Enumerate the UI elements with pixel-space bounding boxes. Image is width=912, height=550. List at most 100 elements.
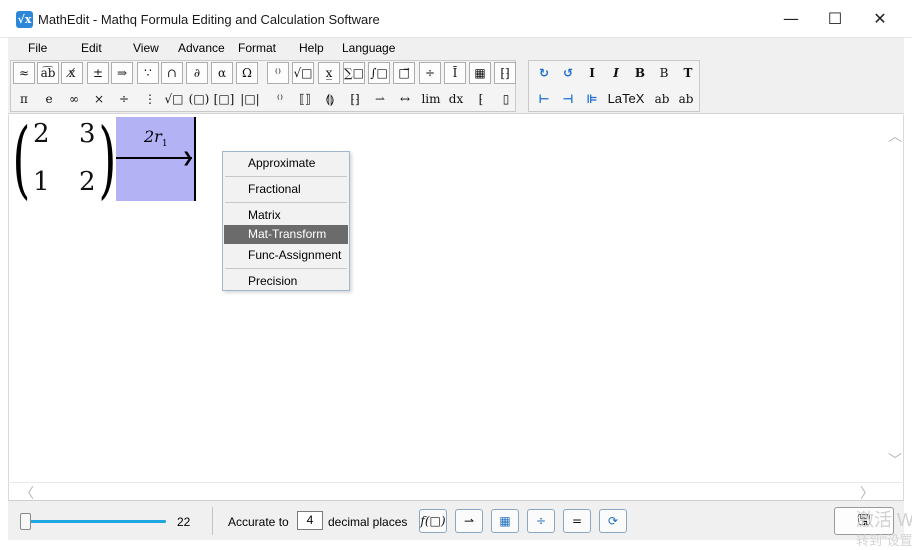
approx-symbols-button[interactable]: ≈ (13, 62, 35, 84)
fence-template-button[interactable]: ⁽⁾ (267, 62, 289, 84)
decimal-places-label: decimal places (328, 515, 408, 529)
arrow-symbols-button[interactable]: ⇒ (111, 62, 133, 84)
menu-edit[interactable]: Edit (81, 41, 102, 55)
radical-template-button[interactable]: √□ (292, 62, 314, 84)
bold-style-button[interactable]: B (629, 62, 651, 84)
menu-item-matrix[interactable]: Matrix (224, 206, 348, 225)
zoom-value: 22 (177, 515, 191, 529)
matrix-cell-1-2[interactable]: 3 (79, 119, 96, 149)
normal-b-style-button[interactable]: B (653, 62, 675, 84)
minimize-button[interactable]: — (768, 0, 814, 38)
set-symbols-button[interactable]: ∩ (161, 62, 183, 84)
menu-file[interactable]: File (28, 41, 47, 55)
matrix-cell-1-1[interactable]: 2 (33, 119, 50, 149)
pi-symbol-button[interactable]: π (13, 88, 35, 110)
undo-icon[interactable]: ↺ (557, 62, 579, 84)
row-transform-arrow[interactable]: 2r1 ❯ (116, 117, 196, 201)
times-symbol-button[interactable]: × (88, 88, 110, 110)
matrix-grid-button[interactable]: ▦ (491, 509, 519, 533)
activation-watermark-sub: 转到"设置" (856, 533, 912, 548)
left-bracket-button[interactable]: ⁅ (470, 88, 492, 110)
scroll-up-icon[interactable]: ︿ (888, 126, 902, 146)
menu-view[interactable]: View (133, 41, 159, 55)
spacing-ab-button[interactable]: ab (651, 88, 673, 110)
format-toolbar-group: ↻ ↺ I I B B T ⊢ ⊣ ⊫ LaTeX ab ab (528, 60, 700, 112)
upright-style-button[interactable]: I (581, 62, 603, 84)
accent-symbols-button[interactable]: a͡b (37, 62, 59, 84)
equals-button[interactable]: = (563, 509, 591, 533)
fraction-template-button[interactable]: ÷ (419, 62, 441, 84)
summation-template-button[interactable]: ∑□ (343, 62, 365, 84)
menu-item-fractional[interactable]: Fractional (224, 180, 348, 199)
transform-arrow-line (116, 157, 192, 159)
box-bracket-button[interactable]: ⁅⁆ (344, 88, 366, 110)
double-arrow-button[interactable]: ↔ (394, 88, 416, 110)
menu-advance[interactable]: Advance (178, 41, 225, 55)
matrix-cell-2-1[interactable]: 1 (33, 167, 50, 197)
align-center-icon[interactable]: ⊣ (557, 88, 579, 110)
app-icon: √x (16, 11, 33, 28)
brackets-button[interactable]: [□] (213, 88, 235, 110)
column-template-button[interactable]: ▯ (495, 88, 517, 110)
limit-button[interactable]: lim (419, 88, 443, 110)
menu-help[interactable]: Help (299, 41, 324, 55)
divide-symbol-button[interactable]: ÷ (113, 88, 135, 110)
scroll-down-icon[interactable]: ﹀ (888, 450, 902, 470)
decimal-places-input[interactable]: 4 (297, 511, 323, 530)
menu-language[interactable]: Language (342, 41, 395, 55)
menu-bar: File Edit View Advance Format Help Langu… (8, 38, 904, 58)
operator-symbols-button[interactable]: ± (87, 62, 109, 84)
paren-template-button[interactable]: ⁽⁾ (269, 88, 291, 110)
vertical-scrollbar[interactable]: ︿ ﹀ (888, 124, 902, 469)
arrow-transform-button[interactable]: ⇀ (455, 509, 483, 533)
right-harpoon-button[interactable]: ⇀ (369, 88, 391, 110)
menu-separator (225, 176, 347, 177)
negation-symbols-button[interactable]: x̸ (61, 62, 83, 84)
divider (212, 507, 213, 535)
close-button[interactable]: ✕ (857, 0, 903, 38)
calculus-symbols-button[interactable]: ∂ (186, 62, 208, 84)
integral-template-button[interactable]: ∫□ (368, 62, 390, 84)
align-right-icon[interactable]: ⊫ (581, 88, 603, 110)
differential-button[interactable]: dx (445, 88, 467, 110)
italic-style-button[interactable]: I (605, 62, 627, 84)
menu-item-mat-transform[interactable]: Mat-Transform (224, 225, 348, 244)
arrow-right-icon: ❯ (182, 150, 194, 166)
matrix-left-paren: ( (12, 110, 31, 208)
fraction-button[interactable]: ÷ (527, 509, 555, 533)
function-button[interactable]: f(□) (419, 509, 447, 533)
text-style-button[interactable]: T (677, 62, 699, 84)
subscript-template-button[interactable]: x̲ (318, 62, 340, 84)
zoom-slider-thumb[interactable] (20, 513, 31, 530)
menu-item-approximate[interactable]: Approximate (224, 154, 348, 173)
parentheses-button[interactable]: (□) (188, 88, 210, 110)
matrix-template-button[interactable]: ▦ (469, 62, 491, 84)
maximize-button[interactable]: ☐ (812, 0, 858, 38)
bar-bracket-button[interactable]: ⟬⟭ (319, 88, 341, 110)
align-left-icon[interactable]: ⊢ (533, 88, 555, 110)
matrix-cell-2-2[interactable]: 2 (79, 167, 96, 197)
zoom-slider-track[interactable] (20, 520, 166, 523)
refresh-icon[interactable]: ⟳ (599, 509, 627, 533)
e-symbol-button[interactable]: e (38, 88, 60, 110)
greek-lower-button[interactable]: α (211, 62, 233, 84)
formula-editor[interactable]: ( 2 3 1 2 ) 2r1 ❯ (8, 115, 904, 500)
greek-upper-button[interactable]: Ω (236, 62, 258, 84)
sqrt-quick-button[interactable]: √□ (163, 88, 185, 110)
menu-format[interactable]: Format (238, 41, 276, 55)
infinity-symbol-button[interactable]: ∞ (63, 88, 85, 110)
horizontal-scrollbar[interactable]: 〈 〉 (8, 482, 904, 502)
spacing-ab2-button[interactable]: ab (675, 88, 697, 110)
menu-item-func-assignment[interactable]: Func-Assignment (224, 246, 348, 265)
absolute-value-button[interactable]: |□| (239, 88, 261, 110)
redo-icon[interactable]: ↻ (533, 62, 555, 84)
box-template-button[interactable]: ⁅⁆ (494, 62, 516, 84)
bar-template-button[interactable]: Ī (444, 62, 466, 84)
logic-symbols-button[interactable]: ∵ (137, 62, 159, 84)
double-bracket-button[interactable]: ⟦⟧ (294, 88, 316, 110)
menu-item-precision[interactable]: Precision (224, 272, 348, 291)
matrix[interactable]: ( 2 3 1 2 ) (12, 110, 123, 208)
fraction-quick-button[interactable]: ⋮ (139, 88, 161, 110)
latex-button[interactable]: LaTeX (605, 88, 647, 110)
over-arrow-template-button[interactable]: □⃗ (393, 62, 415, 84)
